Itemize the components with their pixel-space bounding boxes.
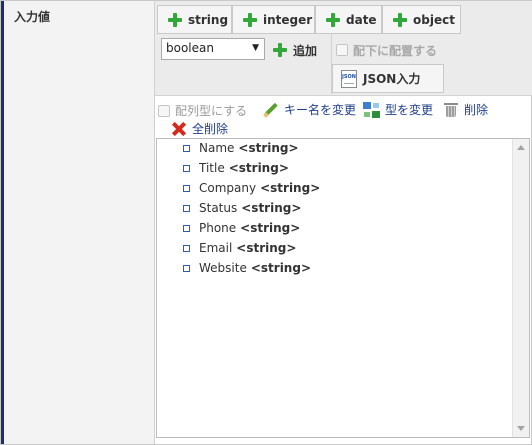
add-integer-label: integer	[263, 12, 313, 27]
tree-node[interactable]: Phone <string>	[183, 221, 300, 235]
delete-label: 削除	[464, 103, 489, 117]
add-object-label: object	[413, 12, 455, 27]
node-key: Email	[199, 241, 233, 255]
scroll-up-icon[interactable]	[517, 145, 525, 150]
change-type-button[interactable]: 型を変更	[363, 101, 433, 118]
node-type: <string>	[260, 181, 321, 195]
node-bullet-icon	[183, 164, 190, 172]
node-bullet-icon	[183, 224, 190, 232]
node-type: <string>	[240, 221, 301, 235]
tree-node[interactable]: Name <string>	[183, 141, 299, 155]
node-key: Company	[199, 181, 257, 195]
node-key: Website	[199, 261, 247, 275]
node-key: Name	[199, 141, 235, 155]
plus-icon	[168, 12, 182, 27]
rename-key-button[interactable]: キー名を変更	[263, 101, 356, 118]
place-under-label: 配下に配置する	[353, 43, 438, 58]
node-bullet-icon	[183, 144, 190, 152]
tree-node[interactable]: Email <string>	[183, 241, 296, 255]
delete-all-label: 全削除	[192, 122, 229, 136]
dropdown-arrow-icon: ▼	[252, 43, 259, 53]
change-type-label: 型を変更	[385, 103, 434, 117]
type-select[interactable]: boolean ▼	[161, 38, 265, 60]
tree-node[interactable]: Company <string>	[183, 181, 320, 195]
type-select-value: boolean	[166, 41, 214, 55]
node-key: Title	[199, 161, 225, 175]
field-label: 入力値	[14, 10, 51, 24]
array-type-option[interactable]: 配列型にする	[158, 102, 247, 119]
json-input-button[interactable]: JSON JSON入力	[332, 64, 444, 93]
node-type: <string>	[241, 201, 302, 215]
add-date-button[interactable]: date	[315, 5, 382, 34]
tree-node[interactable]: Title <string>	[183, 161, 289, 175]
place-under-option[interactable]: 配下に配置する	[336, 40, 437, 60]
place-under-checkbox[interactable]	[336, 44, 348, 56]
json-input-label: JSON入力	[363, 72, 421, 86]
json-editor-panel: string integer date object boolean ▼ 追加 …	[154, 1, 532, 444]
add-integer-button[interactable]: integer	[232, 5, 315, 34]
field-label-column: 入力値	[1, 1, 154, 444]
node-key: Phone	[199, 221, 237, 235]
node-bullet-icon	[183, 204, 190, 212]
node-type: <string>	[228, 161, 289, 175]
add-object-button[interactable]: object	[382, 5, 461, 34]
rename-key-label: キー名を変更	[284, 103, 357, 117]
array-type-checkbox[interactable]	[158, 104, 170, 117]
array-type-label: 配列型にする	[175, 104, 248, 118]
input-value-form: 入力値 string integer date object boolean ▼…	[0, 0, 532, 445]
node-type: <string>	[238, 141, 299, 155]
editor-toolbar: string integer date object boolean ▼ 追加 …	[155, 1, 532, 96]
plus-icon	[326, 12, 340, 27]
json-file-icon: JSON	[341, 69, 357, 88]
scroll-down-icon[interactable]	[517, 426, 525, 431]
node-bullet-icon	[183, 184, 190, 192]
node-actions: 配列型にする キー名を変更 型を変更 削除 全削除	[155, 98, 532, 138]
node-bullet-icon	[183, 244, 190, 252]
add-string-button[interactable]: string	[157, 5, 232, 34]
tree-node[interactable]: Status <string>	[183, 201, 301, 215]
node-bullet-icon	[183, 264, 190, 272]
close-icon	[172, 122, 186, 136]
delete-all-button[interactable]: 全削除	[172, 120, 228, 137]
plus-icon	[273, 43, 287, 57]
add-date-label: date	[346, 12, 377, 27]
add-string-label: string	[188, 12, 229, 27]
tree-node[interactable]: Website <string>	[183, 261, 311, 275]
pencil-icon	[263, 102, 279, 118]
node-type: <string>	[250, 261, 311, 275]
plus-icon	[393, 12, 407, 27]
add-button-label: 追加	[293, 43, 318, 58]
add-button[interactable]: 追加	[273, 39, 317, 61]
swap-icon	[363, 101, 380, 118]
node-type: <string>	[236, 241, 297, 255]
json-tree[interactable]: Name <string> Title <string> Company <st…	[156, 138, 530, 438]
vertical-scrollbar[interactable]	[512, 139, 529, 437]
plus-icon	[243, 12, 257, 27]
json-icon-text: JSON	[342, 73, 356, 80]
toolbar-second-row: boolean ▼ 追加 配下に配置する JSON JSON入力	[155, 34, 532, 94]
trash-icon	[444, 102, 458, 118]
delete-button[interactable]: 削除	[444, 101, 488, 118]
node-key: Status	[199, 201, 238, 215]
